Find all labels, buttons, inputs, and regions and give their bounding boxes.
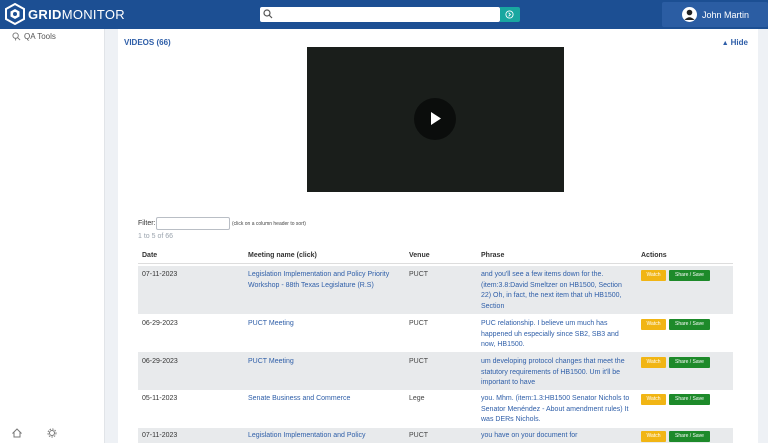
row-meeting-link[interactable]: Legislation Implementation and Policy (248, 431, 398, 442)
arrow-circle-icon (505, 10, 514, 19)
row-venue: Lege (409, 395, 425, 402)
row-venue: PUCT (409, 271, 429, 278)
column-header-date[interactable]: Date (142, 252, 157, 259)
user-name: John Martin (702, 10, 750, 20)
table-row: 05-11-2023 Senate Business and Commerce … (138, 390, 733, 428)
share-save-button[interactable]: Share / Save (669, 394, 710, 405)
table-row: 06-29-2023 PUCT Meeting PUCT um developi… (138, 352, 733, 390)
row-date: 06-29-2023 (142, 320, 178, 327)
row-phrase-link[interactable]: and you'll see a few items down for the.… (481, 270, 631, 312)
row-date: 05-11-2023 (142, 395, 178, 402)
filter-label: Filter: (138, 220, 156, 227)
row-venue: PUCT (409, 320, 429, 327)
avatar (682, 7, 697, 22)
row-meeting-link[interactable]: Legislation Implementation and Policy Pr… (248, 270, 398, 291)
sidebar: QA Tools (0, 29, 105, 443)
search-input[interactable] (260, 7, 500, 22)
watch-button[interactable]: Watch (641, 319, 666, 330)
sidebar-item-label: QA Tools (24, 32, 56, 41)
home-icon[interactable] (12, 428, 22, 438)
grid-monitor-logo-icon[interactable] (4, 3, 26, 25)
filter-hint: (click on a column header to sort) (232, 221, 306, 227)
gear-icon[interactable] (47, 428, 57, 438)
user-menu[interactable]: John Martin (662, 2, 768, 27)
watch-button[interactable]: Watch (641, 394, 666, 405)
column-header-phrase[interactable]: Phrase (481, 252, 504, 259)
sidebar-item-qa-tools[interactable]: QA Tools (12, 32, 56, 41)
row-venue: PUCT (409, 432, 429, 439)
table-row: 07-11-2023 Legislation Implementation an… (138, 428, 733, 443)
share-save-button[interactable]: Share / Save (669, 431, 710, 442)
watch-button[interactable]: Watch (641, 431, 666, 442)
brand-name: GRIDMONITOR (28, 7, 125, 22)
column-header-actions: Actions (641, 252, 667, 259)
video-player[interactable] (307, 47, 564, 192)
videos-title: VIDEOS (66) (124, 38, 171, 47)
share-save-button[interactable]: Share / Save (669, 319, 710, 330)
column-header-venue[interactable]: Venue (409, 252, 430, 259)
qa-tools-icon (12, 32, 21, 41)
row-phrase-link[interactable]: um developing protocol changes that meet… (481, 357, 631, 389)
column-header-meeting[interactable]: Meeting name (click) (248, 252, 317, 259)
filter-input[interactable] (156, 217, 230, 230)
share-save-button[interactable]: Share / Save (669, 270, 710, 281)
search-icon (263, 9, 273, 19)
row-meeting-link[interactable]: PUCT Meeting (248, 319, 398, 330)
row-venue: PUCT (409, 358, 429, 365)
top-bar: GRIDMONITOR John Martin (0, 0, 768, 29)
row-date: 07-11-2023 (142, 271, 178, 278)
hide-button[interactable]: ▲ Hide (722, 38, 748, 47)
watch-button[interactable]: Watch (641, 357, 666, 368)
results-count: 1 to 5 of 66 (138, 233, 174, 240)
search-submit-button[interactable] (500, 7, 520, 22)
table-header: Date Meeting name (click) Venue Phrase A… (138, 247, 733, 264)
caret-up-icon: ▲ (721, 40, 729, 47)
play-button[interactable] (414, 98, 456, 140)
row-meeting-link[interactable]: PUCT Meeting (248, 357, 398, 368)
table-row: 06-29-2023 PUCT Meeting PUCT PUC relatio… (138, 314, 733, 352)
row-date: 07-11-2023 (142, 432, 178, 439)
row-phrase-link[interactable]: you have on your document for (481, 431, 631, 442)
play-icon (431, 112, 441, 125)
row-meeting-link[interactable]: Senate Business and Commerce (248, 394, 398, 405)
row-date: 06-29-2023 (142, 358, 178, 365)
scroll-gutter (758, 29, 768, 443)
watch-button[interactable]: Watch (641, 270, 666, 281)
row-phrase-link[interactable]: PUC relationship. I believe um much has … (481, 319, 631, 351)
row-phrase-link[interactable]: you. Mhm. (item:1.3:HB1500 Senator Nicho… (481, 394, 631, 426)
table-row: 07-11-2023 Legislation Implementation an… (138, 266, 733, 314)
share-save-button[interactable]: Share / Save (669, 357, 710, 368)
videos-panel: VIDEOS (66) ▲ Hide Filter: (click on a co… (118, 29, 758, 443)
